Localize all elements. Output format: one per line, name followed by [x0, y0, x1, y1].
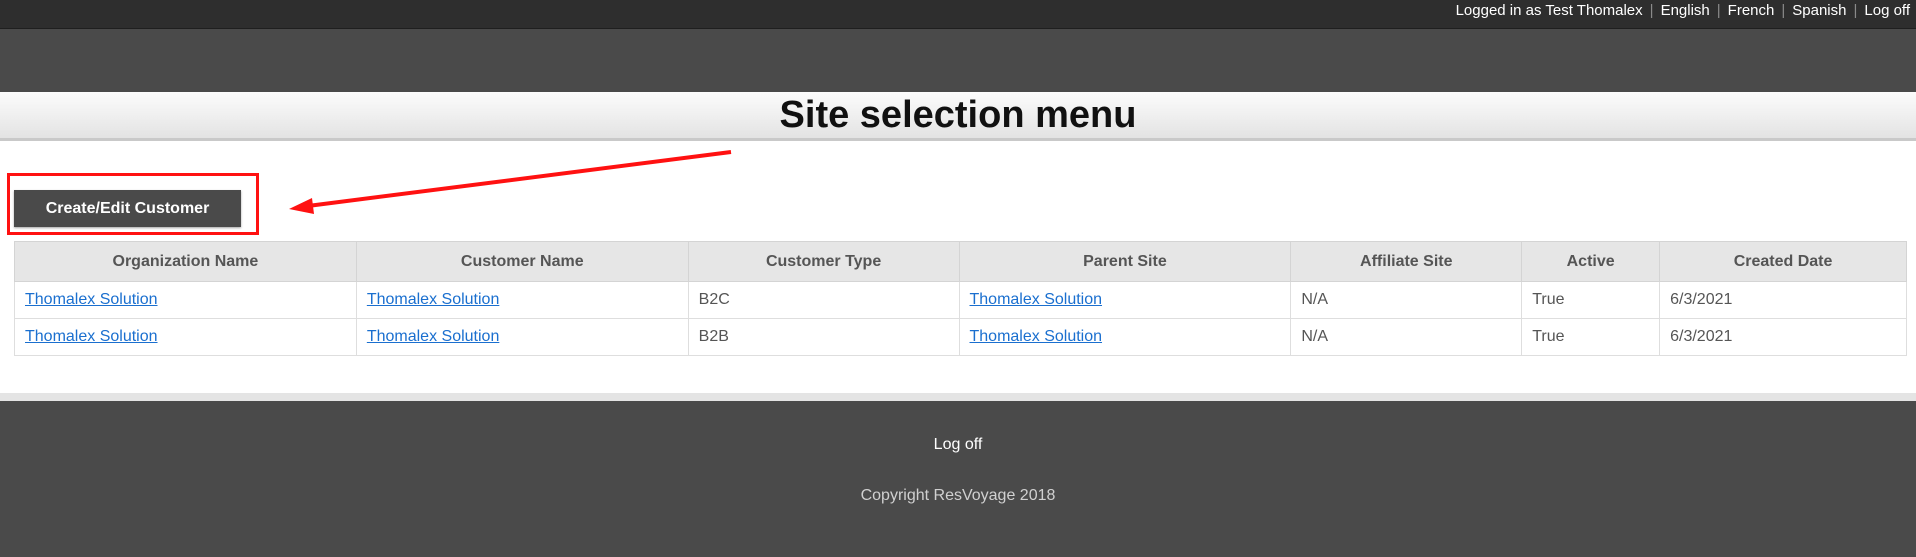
arrow-line	[299, 150, 732, 209]
customer-type-cell: B2C	[687, 281, 960, 319]
customer-name-link[interactable]: Thomalex Solution	[367, 328, 500, 345]
table-header-row: Organization Name Customer Name Customer…	[14, 241, 1907, 282]
footer-logoff-link[interactable]: Log off	[0, 436, 1916, 454]
logged-in-text: Logged in as Test Thomalex	[1455, 2, 1643, 19]
top-logoff-link[interactable]: Log off	[1864, 2, 1910, 19]
organization-name-link[interactable]: Thomalex Solution	[25, 328, 158, 345]
parent-site-link[interactable]: Thomalex Solution	[970, 291, 1103, 308]
language-spanish-link[interactable]: Spanish	[1792, 2, 1846, 19]
column-header-affiliate-site[interactable]: Affiliate Site	[1290, 241, 1523, 282]
organization-name-cell: Thomalex Solution	[14, 281, 357, 319]
parent-site-link[interactable]: Thomalex Solution	[970, 328, 1103, 345]
column-header-parent-site[interactable]: Parent Site	[958, 241, 1292, 282]
separator: |	[1716, 2, 1721, 19]
column-header-customer-name[interactable]: Customer Name	[355, 241, 689, 282]
arrow-head	[289, 198, 314, 214]
active-cell: True	[1521, 281, 1661, 319]
affiliate-site-cell: N/A	[1290, 281, 1523, 319]
separator: |	[1781, 2, 1786, 19]
organization-name-link[interactable]: Thomalex Solution	[25, 291, 158, 308]
column-header-active[interactable]: Active	[1521, 241, 1661, 282]
separator: |	[1649, 2, 1654, 19]
customer-type-cell: B2B	[687, 318, 960, 356]
table-row: Thomalex Solution Thomalex Solution B2C …	[14, 281, 1907, 319]
footer: Log off Copyright ResVoyage 2018	[0, 401, 1916, 557]
user-links: Logged in as Test Thomalex | English | Frenc…	[1456, 2, 1910, 19]
customer-name-cell: Thomalex Solution	[355, 318, 689, 356]
separator: |	[1853, 2, 1858, 19]
parent-site-cell: Thomalex Solution	[958, 281, 1292, 319]
customer-table: Organization Name Customer Name Customer…	[14, 241, 1907, 356]
created-date-cell: 6/3/2021	[1659, 281, 1907, 319]
column-header-created-date[interactable]: Created Date	[1659, 241, 1907, 282]
language-english-link[interactable]: English	[1661, 2, 1710, 19]
parent-site-cell: Thomalex Solution	[958, 318, 1292, 356]
organization-name-cell: Thomalex Solution	[14, 318, 357, 356]
customer-name-cell: Thomalex Solution	[355, 281, 689, 319]
footer-divider	[0, 393, 1916, 401]
title-bar: Site selection menu	[0, 92, 1916, 141]
top-bar: Logged in as Test Thomalex | English | Frenc…	[0, 0, 1916, 29]
created-date-cell: 6/3/2021	[1659, 318, 1907, 356]
column-header-organization-name[interactable]: Organization Name	[14, 241, 357, 282]
nav-band	[0, 29, 1916, 92]
affiliate-site-cell: N/A	[1290, 318, 1523, 356]
create-edit-customer-button[interactable]: Create/Edit Customer	[14, 190, 241, 227]
language-french-link[interactable]: French	[1728, 2, 1775, 19]
column-header-customer-type[interactable]: Customer Type	[687, 241, 960, 282]
copyright-text: Copyright ResVoyage 2018	[860, 487, 1056, 504]
customer-name-link[interactable]: Thomalex Solution	[367, 291, 500, 308]
table-row: Thomalex Solution Thomalex Solution B2B …	[14, 318, 1907, 356]
active-cell: True	[1521, 318, 1661, 356]
page-title: Site selection menu	[779, 94, 1137, 136]
